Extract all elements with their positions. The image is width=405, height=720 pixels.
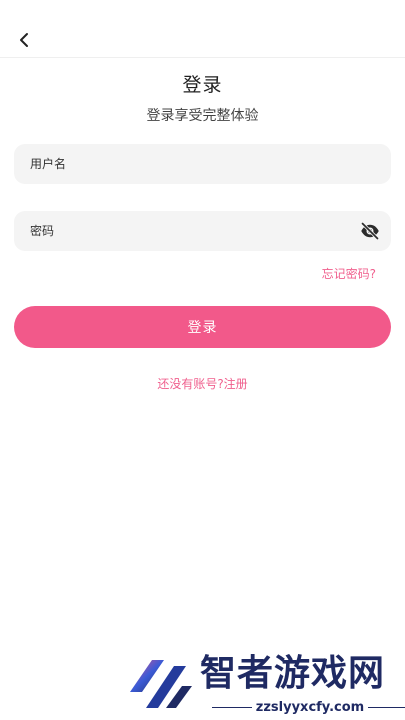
password-field-container [14,211,391,251]
forgot-password-link[interactable]: 忘记密码? [322,265,376,282]
chevron-left-icon [20,33,28,47]
watermark-divider [212,706,252,708]
watermark-divider [368,706,405,708]
watermark-logo-icon [130,660,192,708]
watermark-brand: 智者游戏网 [200,653,386,694]
watermark: 智者游戏网 zzslyyxcfy.com [126,652,405,720]
username-input[interactable] [14,144,391,184]
login-button[interactable]: 登录 [14,306,391,348]
watermark-url: zzslyyxcfy.com [255,699,365,715]
password-visibility-toggle[interactable] [359,220,381,242]
page-subtitle: 登录享受完整体验 [146,108,259,124]
register-link[interactable]: 还没有账号?注册 [0,375,405,392]
back-button[interactable] [10,26,38,54]
page-title: 登录 [182,74,223,96]
login-screen: 登录 登录享受完整体验 忘记密码? 登录 还没有账号?注册 [0,0,405,720]
username-field-container [14,144,391,184]
watermark-url-row: zzslyyxcfy.com [212,698,405,716]
top-bar [0,0,405,58]
eye-off-icon [360,221,380,241]
password-input[interactable] [14,211,391,251]
